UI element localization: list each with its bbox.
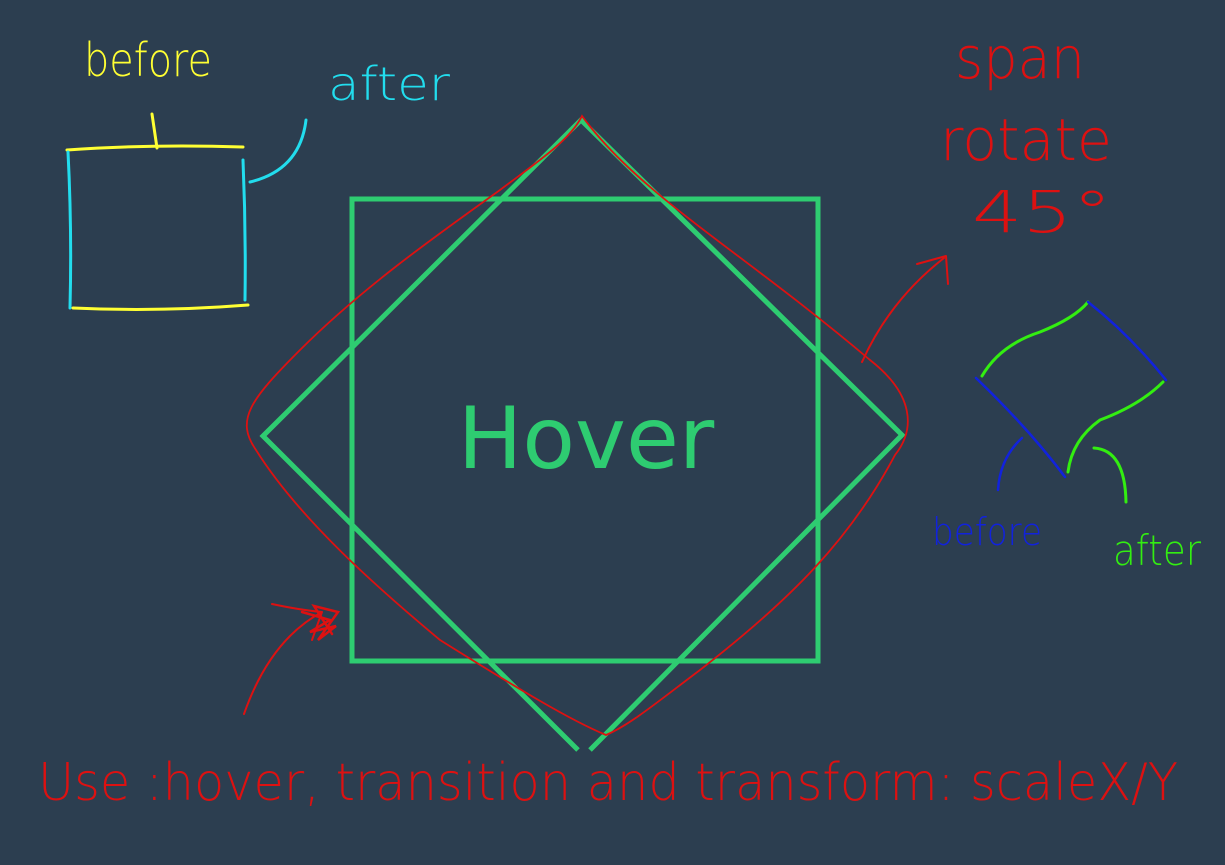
span-annotation-arrow bbox=[861, 255, 949, 363]
right-after-pointer bbox=[1092, 446, 1128, 504]
span-annotation: span rotate 45° bbox=[861, 24, 1112, 363]
right-pseudo-sketch: before after bbox=[932, 300, 1202, 575]
left-before-label: before bbox=[84, 33, 212, 87]
right-after-label: after bbox=[1113, 526, 1202, 575]
left-after-pointer bbox=[248, 118, 308, 184]
diagram-canvas: before after Hover span rotate 45° befor… bbox=[38, 24, 1202, 813]
left-after-right-line bbox=[241, 158, 247, 302]
right-before-pointer bbox=[996, 436, 1024, 492]
right-before-bottom-left-line bbox=[974, 376, 1067, 479]
right-after-top-left-line bbox=[980, 300, 1090, 378]
left-before-top-line bbox=[65, 144, 245, 152]
span-annotation-line1: span bbox=[955, 24, 1085, 92]
left-before-bottom-line bbox=[71, 303, 250, 311]
left-before-pointer bbox=[150, 112, 159, 150]
span-annotation-line2: rotate bbox=[940, 106, 1112, 174]
right-before-label: before bbox=[932, 510, 1042, 554]
hover-label: Hover bbox=[458, 389, 715, 489]
left-after-left-line bbox=[66, 150, 73, 310]
span-annotation-line3: 45° bbox=[972, 178, 1112, 246]
bottom-note-arrow bbox=[243, 603, 323, 715]
bottom-note-group: Use :hover, transition and transform: sc… bbox=[38, 603, 1178, 813]
left-after-label: after bbox=[328, 57, 450, 111]
hover-box-group: Hover bbox=[246, 114, 909, 752]
right-before-top-right-line bbox=[1086, 300, 1168, 382]
bottom-note: Use :hover, transition and transform: sc… bbox=[38, 753, 1178, 813]
